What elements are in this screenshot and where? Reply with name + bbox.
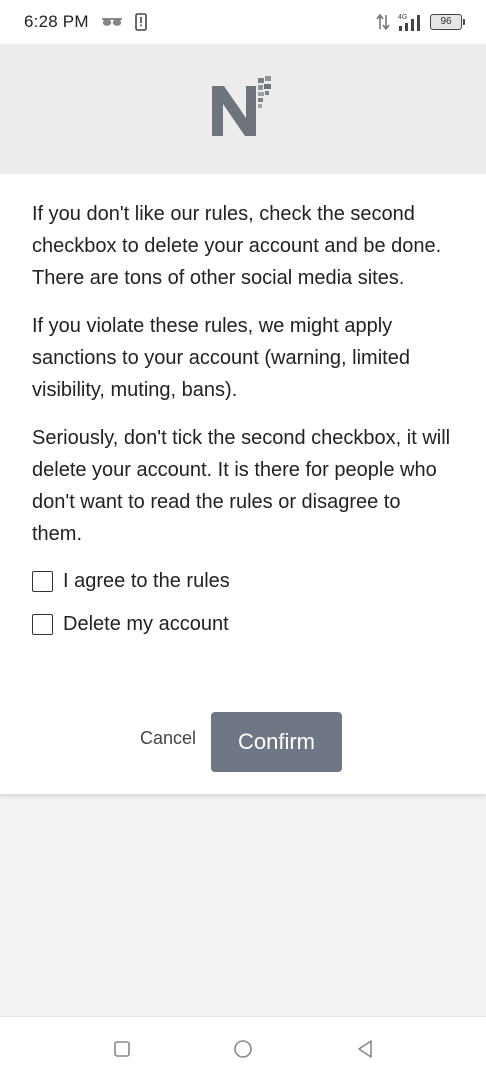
rules-dialog: If you don't like our rules, check the s… <box>0 174 486 794</box>
circle-icon[interactable] <box>233 1039 253 1059</box>
agree-rules-label[interactable]: I agree to the rules <box>63 570 230 593</box>
glasses-icon <box>101 16 123 28</box>
status-left: 6:28 PM <box>24 12 147 32</box>
triangle-back-icon[interactable] <box>355 1039 375 1059</box>
agree-rules-checkbox[interactable] <box>32 570 53 592</box>
rules-paragraph-1: If you don't like our rules, check the s… <box>32 203 442 289</box>
square-icon[interactable] <box>112 1039 132 1059</box>
rules-paragraph-2: If you violate these rules, we might app… <box>32 315 410 401</box>
status-right: 4G 96 <box>376 12 465 32</box>
system-nav-bar <box>0 1016 486 1080</box>
header <box>0 44 486 174</box>
agree-rules-row[interactable]: I agree to the rules <box>32 566 454 596</box>
rules-paragraph-3: Seriously, don't tick the second checkbo… <box>32 427 451 545</box>
delete-account-checkbox[interactable] <box>32 613 53 635</box>
signal-icon: 4G <box>398 12 422 32</box>
app-logo-icon <box>208 74 278 145</box>
phone-alert-icon <box>134 13 147 31</box>
dialog-actions: Cancel Confirm <box>0 712 486 772</box>
delete-account-label[interactable]: Delete my account <box>63 613 229 636</box>
status-bar: 6:28 PM 4G 96 <box>0 0 486 44</box>
network-label: 4G <box>398 14 407 21</box>
battery-icon: 96 <box>430 14 465 30</box>
status-time: 6:28 PM <box>24 12 89 31</box>
cancel-button[interactable]: Cancel <box>140 728 196 749</box>
confirm-button[interactable]: Confirm <box>211 712 342 772</box>
delete-account-row[interactable]: Delete my account <box>32 609 454 639</box>
data-transfer-icon <box>376 13 390 31</box>
